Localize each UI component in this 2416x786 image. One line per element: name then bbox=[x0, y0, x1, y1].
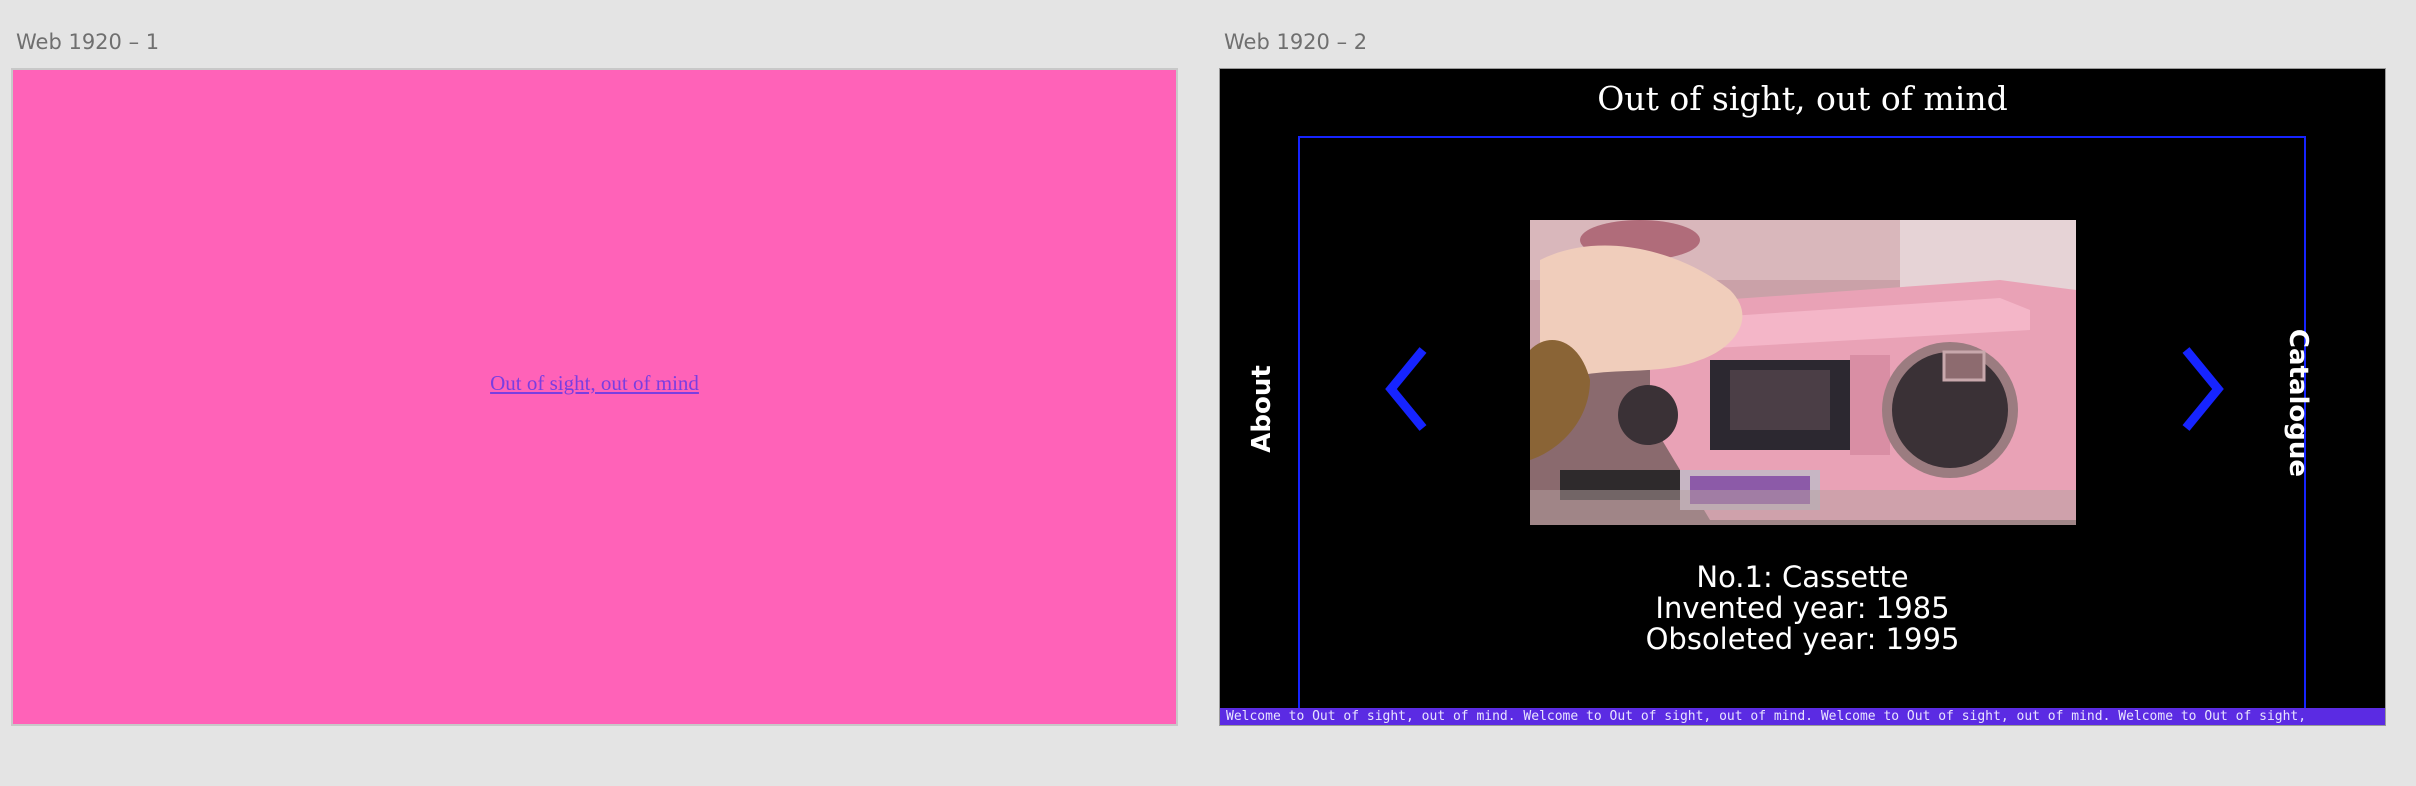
frame-web-1920-1[interactable]: Out of sight, out of mind bbox=[11, 68, 1178, 726]
about-nav-link[interactable]: About bbox=[1247, 364, 1277, 454]
frame1-label[interactable]: Web 1920 – 1 bbox=[16, 30, 159, 54]
chevron-right-icon bbox=[2182, 347, 2224, 431]
welcome-ticker: Welcome to Out of sight, out of mind. We… bbox=[1220, 708, 2385, 725]
home-link[interactable]: Out of sight, out of mind bbox=[13, 371, 1176, 396]
chevron-left-icon bbox=[1385, 347, 1427, 431]
catalogue-nav-link[interactable]: Catalogue bbox=[2281, 328, 2315, 478]
invented-year: Invented year: 1985 bbox=[1655, 591, 1950, 625]
item-caption: No.1: Cassette Invented year: 1985 Obsol… bbox=[1220, 562, 2385, 655]
item-title: No.1: Cassette bbox=[1696, 560, 1909, 594]
frame2-label[interactable]: Web 1920 – 2 bbox=[1224, 30, 1367, 54]
frame-web-1920-2[interactable]: Out of sight, out of mind About Catalogu… bbox=[1219, 68, 2386, 726]
next-button[interactable] bbox=[2180, 346, 2224, 437]
page-title: Out of sight, out of mind bbox=[1597, 79, 2008, 118]
cassette-photo-illustration bbox=[1530, 220, 2076, 525]
previous-button[interactable] bbox=[1385, 346, 1429, 437]
cassette-player-photo bbox=[1530, 220, 2076, 525]
obsoleted-year: Obsoleted year: 1995 bbox=[1645, 622, 1960, 656]
